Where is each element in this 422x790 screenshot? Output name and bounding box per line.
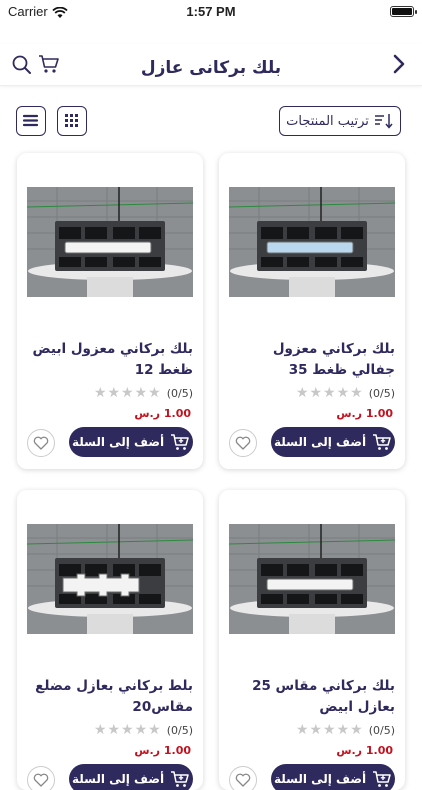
heart-icon (235, 773, 251, 787)
grid-view-button[interactable] (57, 106, 87, 136)
add-to-cart-icon (171, 434, 189, 450)
add-to-cart-button[interactable]: أضف إلى السلة (271, 427, 395, 457)
rating-count: (0/5) (368, 723, 395, 737)
page-title: بلك بركانى عازل (140, 58, 282, 78)
product-rating: (0/5) ★★★★★ (94, 385, 193, 401)
product-name[interactable]: بلك بركاني معزول جفالي ظغط 35 (227, 339, 395, 381)
heart-icon (33, 773, 49, 787)
add-to-cart-label: أضف إلى السلة (71, 772, 165, 786)
list-view-button[interactable] (16, 106, 46, 136)
star-rating-icon: ★★★★★ (93, 722, 162, 738)
product-image[interactable] (27, 524, 193, 634)
add-to-cart-icon (373, 434, 391, 450)
product-price: 1.00 ر.س (134, 407, 191, 420)
add-to-cart-button[interactable]: أضف إلى السلة (69, 427, 193, 457)
rating-count: (0/5) (166, 723, 193, 737)
sort-products-button[interactable]: ترتيب المنتجات (279, 106, 401, 136)
heart-icon (33, 436, 49, 450)
grid-icon (65, 114, 78, 127)
add-to-cart-icon (171, 771, 189, 787)
product-rating: (0/5) ★★★★★ (296, 385, 395, 401)
add-to-cart-button[interactable]: أضف إلى السلة (69, 764, 193, 790)
sort-label: ترتيب المنتجات (286, 113, 369, 129)
list-icon (22, 114, 39, 127)
add-to-cart-button[interactable]: أضف إلى السلة (271, 764, 395, 790)
product-card[interactable]: بلط بركاني بعازل مضلع مقاس20 (0/5) ★★★★★ 1.… (17, 490, 203, 790)
product-card[interactable]: بلك بركاني معزول ابيض ظغط 12 (0/5) ★★★★★ 1.… (17, 153, 203, 469)
star-rating-icon: ★★★★★ (295, 385, 364, 401)
favorite-button[interactable] (27, 766, 55, 790)
star-rating-icon: ★★★★★ (295, 722, 364, 738)
product-price: 1.00 ر.س (336, 744, 393, 757)
product-price: 1.00 ر.س (134, 744, 191, 757)
product-image[interactable] (229, 524, 395, 634)
battery-icon (390, 6, 417, 17)
product-rating: (0/5) ★★★★★ (94, 722, 193, 738)
add-to-cart-icon (373, 771, 391, 787)
add-to-cart-label: أضف إلى السلة (273, 772, 367, 786)
chevron-right-icon[interactable] (390, 52, 408, 76)
toolbar: ترتيب المنتجات (0, 106, 422, 138)
product-card[interactable]: بلك بركاني معزول جفالي ظغط 35 (0/5) ★★★★★ 1… (219, 153, 405, 469)
favorite-button[interactable] (27, 429, 55, 457)
favorite-button[interactable] (229, 766, 257, 790)
product-name[interactable]: بلك بركاني معزول ابيض ظغط 12 (25, 339, 193, 381)
clock: 1:57 PM (186, 4, 236, 19)
product-image[interactable] (229, 187, 395, 297)
status-bar: Carrier 1:57 PM (0, 0, 422, 24)
add-to-cart-label: أضف إلى السلة (71, 435, 165, 449)
product-name[interactable]: بلط بركاني بعازل مضلع مقاس20 (25, 676, 193, 718)
product-price: 1.00 ر.س (336, 407, 393, 420)
sort-icon (374, 114, 393, 129)
star-rating-icon: ★★★★★ (93, 385, 162, 401)
favorite-button[interactable] (229, 429, 257, 457)
product-card[interactable]: بلك بركاني مقاس 25 بعازل ابيض (0/5) ★★★★★ 1… (219, 490, 405, 790)
product-image[interactable] (27, 187, 193, 297)
add-to-cart-label: أضف إلى السلة (273, 435, 367, 449)
product-name[interactable]: بلك بركاني مقاس 25 بعازل ابيض (227, 676, 395, 718)
rating-count: (0/5) (368, 386, 395, 400)
navigation-bar: بلك بركانى عازل (0, 44, 422, 86)
product-rating: (0/5) ★★★★★ (296, 722, 395, 738)
heart-icon (235, 436, 251, 450)
rating-count: (0/5) (166, 386, 193, 400)
